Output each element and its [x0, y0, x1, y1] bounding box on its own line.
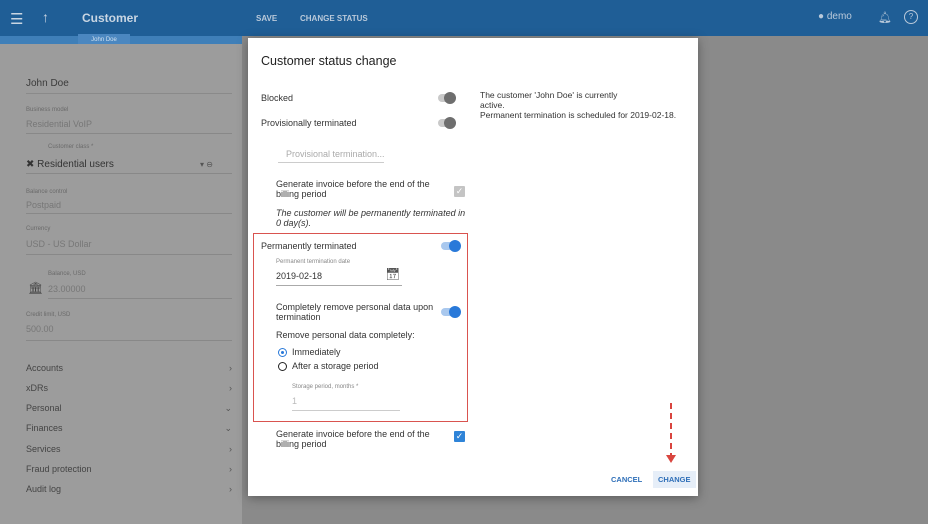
business-model-value: Residential VoIP	[26, 119, 93, 129]
chevron-right-icon: ›	[229, 383, 232, 393]
balance-value: 23.00000	[48, 284, 86, 294]
divider	[26, 340, 232, 341]
divider	[26, 173, 232, 174]
top-app-bar: ☰ ↑ Customer SAVE CHANGE STATUS ● demo 🔔…	[0, 0, 928, 36]
customer-class-label: Customer class *	[48, 144, 94, 150]
business-model-label: Business model	[26, 107, 69, 113]
nav-audit-log[interactable]: Audit log ›	[26, 484, 232, 494]
users-icon: ✖	[26, 159, 35, 170]
provisionally-terminated-label: Provisionally terminated	[261, 118, 357, 128]
generate-invoice-label: Generate invoice before the end of the b…	[276, 179, 430, 199]
termination-warning: The customer will be permanently termina…	[276, 208, 466, 228]
change-button[interactable]: CHANGE	[653, 471, 696, 488]
customer-class-select[interactable]: ✖ Residential users	[26, 159, 114, 170]
chevron-right-icon: ›	[229, 444, 232, 454]
help-icon[interactable]: ?	[904, 10, 918, 24]
balance-control-value: Postpaid	[26, 200, 62, 210]
currency-value: USD - US Dollar	[26, 239, 92, 249]
chevron-down-icon: ⌄	[224, 423, 232, 433]
nav-fraud-protection[interactable]: Fraud protection ›	[26, 464, 232, 474]
arrow-up-icon[interactable]: ↑	[42, 9, 49, 25]
divider	[26, 133, 232, 134]
balance-control-label: Balance control	[26, 189, 68, 195]
divider	[48, 298, 232, 299]
annotation-arrowhead	[666, 455, 676, 463]
customer-class-value: Residential users	[37, 159, 114, 170]
blocked-label: Blocked	[261, 93, 294, 103]
blocked-toggle[interactable]	[438, 92, 456, 104]
change-status-button[interactable]: CHANGE STATUS	[300, 14, 368, 23]
customer-name: John Doe	[26, 78, 232, 94]
credit-limit-label: Credit limit, USD	[26, 312, 71, 318]
page-title: Customer	[82, 11, 139, 25]
chevron-right-icon: ›	[229, 363, 232, 373]
nav-finances[interactable]: Finances ⌄	[26, 423, 232, 434]
nav-accounts[interactable]: Accounts ›	[26, 363, 232, 373]
account-circle-icon: ●	[818, 11, 825, 22]
user-name: demo	[826, 11, 852, 22]
provisionally-terminated-toggle[interactable]	[438, 117, 456, 129]
termination-note: Permanent termination is scheduled for 2…	[480, 110, 677, 120]
provisional-termination-input[interactable]: Provisional termination...	[286, 149, 385, 159]
generate-invoice-label-2: Generate invoice before the end of the b…	[276, 429, 430, 449]
chevron-down-icon: ⌄	[224, 403, 232, 413]
bell-icon[interactable]: 🔔︎	[878, 11, 892, 24]
chevron-right-icon: ›	[229, 464, 232, 474]
save-button[interactable]: SAVE	[256, 14, 277, 23]
bank-icon: 🏛︎	[28, 281, 44, 295]
highlight-box	[253, 233, 468, 422]
dialog-title: Customer status change	[261, 54, 397, 68]
divider	[26, 213, 232, 214]
nav-services[interactable]: Services ›	[26, 444, 232, 454]
nav-xdrs[interactable]: xDRs ›	[26, 383, 232, 393]
status-note: The customer 'John Doe' is currently act…	[480, 90, 618, 110]
generate-invoice-checkbox-disabled[interactable]: ✓	[454, 186, 465, 197]
divider	[26, 254, 232, 255]
chevron-right-icon: ›	[229, 484, 232, 494]
generate-invoice-checkbox[interactable]: ✓	[454, 431, 465, 442]
balance-label: Balance, USD	[48, 271, 86, 277]
nav-personal[interactable]: Personal ⌄	[26, 403, 232, 414]
divider	[278, 162, 384, 163]
user-menu[interactable]: ● demo	[818, 11, 852, 22]
annotation-arrow	[670, 403, 672, 459]
credit-limit-value: 500.00	[26, 324, 54, 334]
chevron-down-icon[interactable]: ▾ ⊖	[200, 160, 213, 169]
cancel-button[interactable]: CANCEL	[611, 475, 642, 484]
currency-label: Currency	[26, 226, 51, 232]
hamburger-menu-icon[interactable]: ☰	[10, 10, 23, 28]
